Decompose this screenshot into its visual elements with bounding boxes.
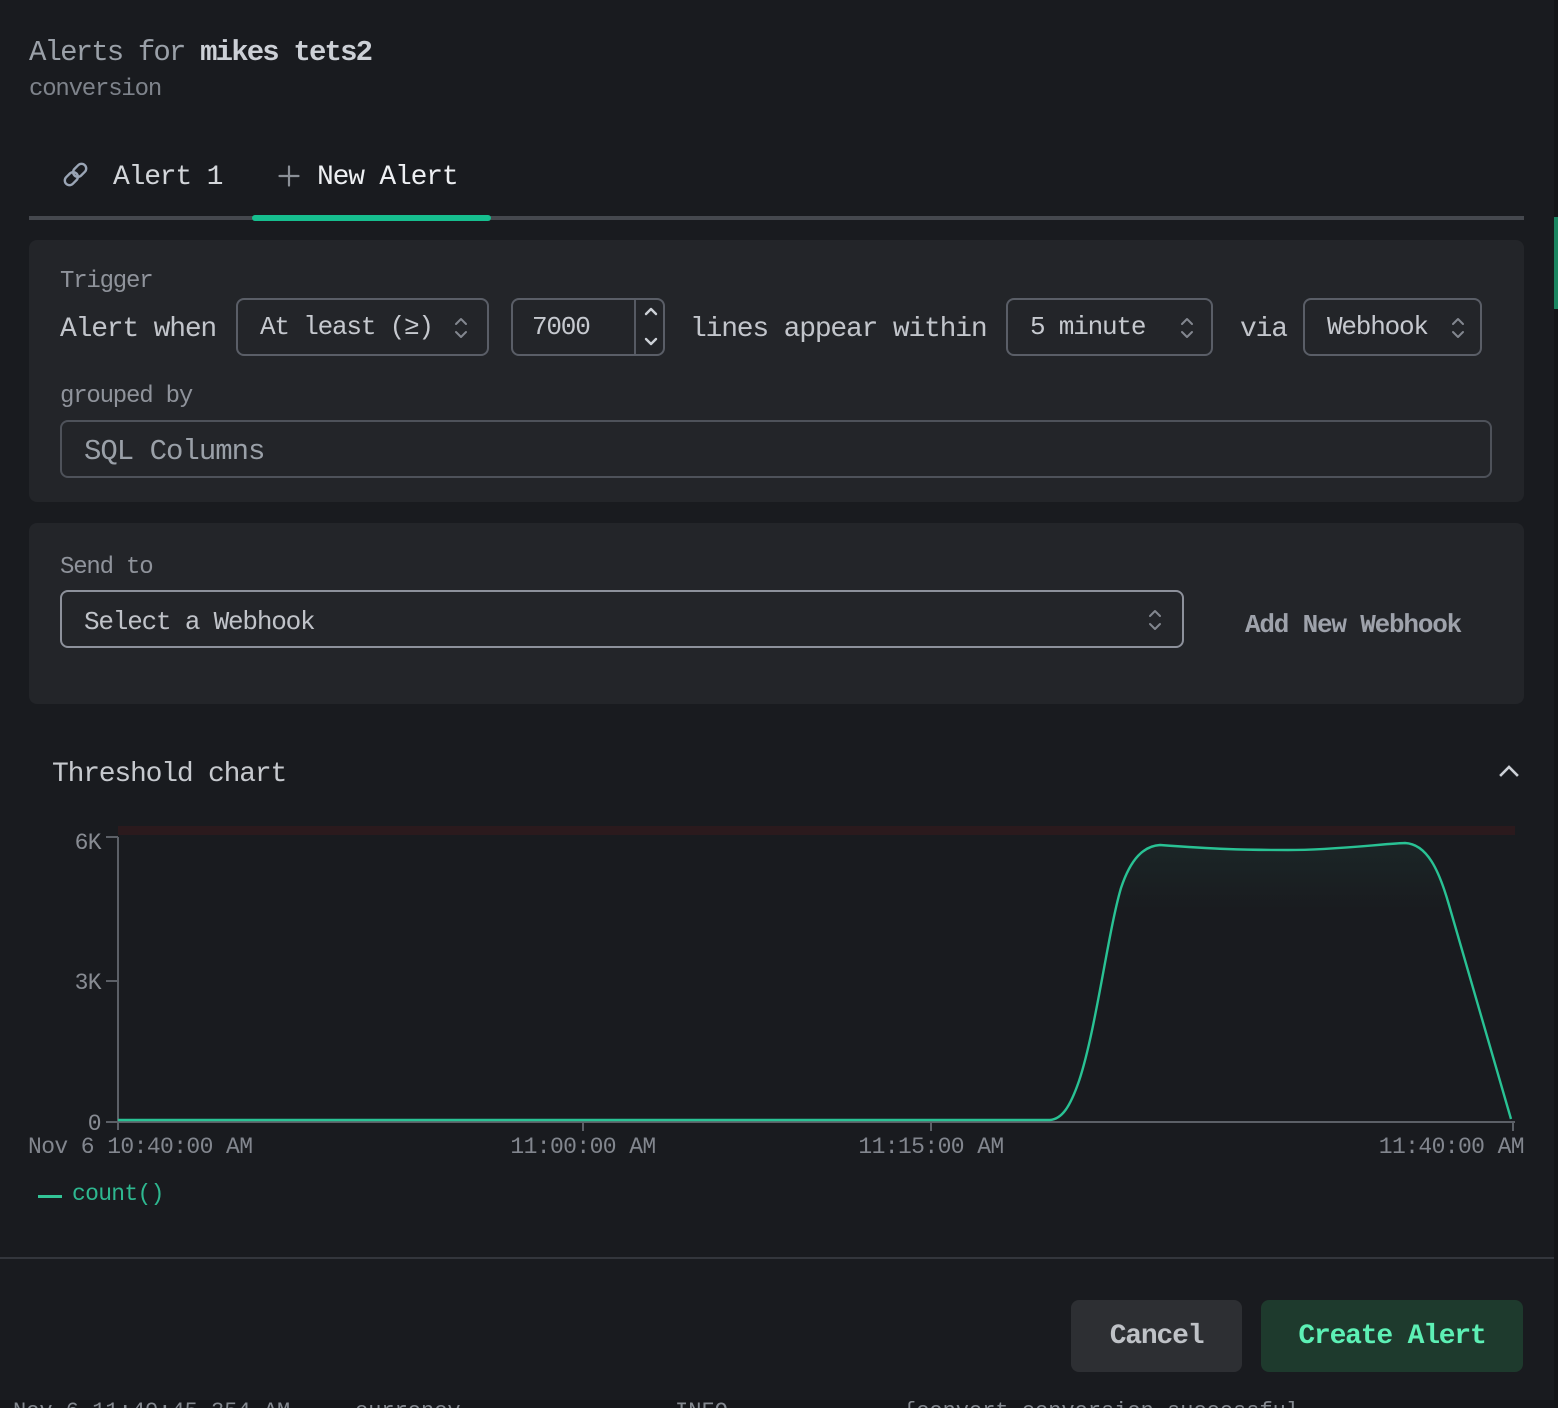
svg-text:3K: 3K — [75, 970, 102, 996]
svg-text:6K: 6K — [75, 830, 102, 856]
svg-text:11:00:00 AM: 11:00:00 AM — [510, 1134, 655, 1160]
svg-text:11:40:00 AM: 11:40:00 AM — [1379, 1134, 1524, 1160]
svg-text:11:15:00 AM: 11:15:00 AM — [858, 1134, 1003, 1160]
svg-text:Nov 6 10:40:00 AM: Nov 6 10:40:00 AM — [28, 1134, 252, 1160]
